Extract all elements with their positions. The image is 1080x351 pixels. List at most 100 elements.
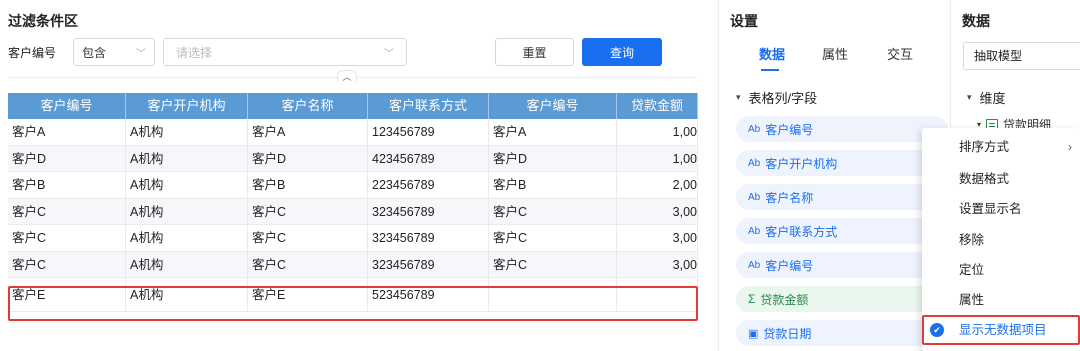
menu-item-data-format[interactable]: 数据格式: [922, 164, 1080, 194]
field-label: 客户编号: [765, 122, 814, 137]
field-chip[interactable]: Ab 客户编号: [736, 116, 948, 142]
field-chip[interactable]: Ab 客户名称: [736, 184, 948, 210]
table-cell: 客户A: [8, 119, 126, 145]
table-cell: A机构: [126, 172, 248, 198]
text-field-icon: Ab: [748, 123, 761, 135]
table-cell: 客户E: [248, 278, 368, 311]
table-cell: 客户A: [248, 119, 368, 145]
table-row: 客户D A机构 客户D 423456789 客户D 1,00: [8, 145, 698, 172]
tab-interaction[interactable]: 交互: [887, 44, 913, 63]
tab-data[interactable]: 数据: [759, 44, 785, 63]
column-header[interactable]: 客户编号: [489, 93, 617, 119]
table-cell: 423456789: [368, 145, 489, 171]
text-field-icon: Ab: [748, 225, 761, 237]
table-cell: 客户C: [489, 198, 617, 224]
table-cell: A机构: [126, 225, 248, 251]
table-cell: 客户B: [8, 172, 126, 198]
table-cell: 3,00: [617, 251, 698, 277]
reset-button[interactable]: 重置: [495, 38, 574, 66]
field-label: 客户开户机构: [765, 156, 838, 171]
filter-operator-select[interactable]: 包含 ﹀: [73, 38, 155, 66]
table-cell: A机构: [126, 198, 248, 224]
chevron-down-icon: ﹀: [384, 48, 394, 60]
table-cell: A机构: [126, 145, 248, 171]
table-cell: [489, 278, 617, 311]
table-cell: 223456789: [368, 172, 489, 198]
sum-icon: Σ: [748, 292, 756, 306]
table-cell: 3,00: [617, 225, 698, 251]
field-label: 客户名称: [765, 190, 814, 205]
table-cell: 客户C: [8, 225, 126, 251]
chevron-down-icon: ▾: [736, 92, 741, 102]
table-cell: 1,00: [617, 145, 698, 171]
section-title: 表格列/字段: [748, 91, 818, 106]
column-header[interactable]: 客户联系方式: [368, 93, 489, 119]
table-cell: 客户C: [489, 251, 617, 277]
table-cell: 客户C: [8, 198, 126, 224]
menu-item-remove[interactable]: 移除: [922, 225, 1080, 255]
table-header: 客户编号 客户开户机构 客户名称 客户联系方式 客户编号 贷款金额: [8, 93, 698, 119]
table-cell: 客户C: [489, 225, 617, 251]
chevron-down-icon: ▾: [967, 92, 972, 102]
field-label: 贷款日期: [763, 326, 812, 341]
date-icon: ▣: [748, 327, 759, 340]
column-header[interactable]: 贷款金额: [617, 93, 698, 119]
table-cell: 客户E: [8, 278, 126, 311]
table-row: 客户B A机构 客户B 223456789 客户B 2,00: [8, 172, 698, 199]
field-chip[interactable]: Ab 客户联系方式: [736, 218, 948, 244]
column-header[interactable]: 客户编号: [8, 93, 126, 119]
dimension-section[interactable]: ▾ 维度: [967, 88, 1006, 107]
table-cell: 客户B: [248, 172, 368, 198]
table-row-no-data: 客户E A机构 客户E 523456789: [8, 278, 698, 312]
filter-value-select[interactable]: 请选择 ﹀: [163, 38, 407, 66]
column-header[interactable]: 客户名称: [248, 93, 368, 119]
table-fields-section[interactable]: ▾ 表格列/字段: [736, 88, 817, 107]
filter-value-placeholder: 请选择: [176, 45, 213, 60]
table-cell: 1,00: [617, 119, 698, 145]
field-chip[interactable]: Ab 客户开户机构: [736, 150, 948, 176]
menu-item-label: 排序方式: [959, 140, 1010, 154]
query-button[interactable]: 查询: [582, 38, 662, 66]
field-label: 贷款金额: [760, 292, 809, 307]
context-menu: 排序方式 › 数据格式 设置显示名 移除 定位 属性 ✔ 显示无数据项目: [922, 128, 1080, 351]
table-cell: 3,00: [617, 198, 698, 224]
table-cell: 客户A: [489, 119, 617, 145]
table-cell: [617, 278, 698, 311]
field-chip-measure[interactable]: Σ 贷款金额: [736, 286, 948, 312]
table-cell: 523456789: [368, 278, 489, 311]
table-cell: 客户C: [248, 251, 368, 277]
text-field-icon: Ab: [748, 259, 761, 271]
report-preview-area: 过滤条件区 客户编号 包含 ﹀ 请选择 ﹀ 重置 查询 ︿ 客户编号 客户开户机…: [0, 0, 706, 351]
table-cell: 客户C: [8, 251, 126, 277]
table-cell: 客户C: [248, 198, 368, 224]
table-row: 客户C A机构 客户C 323456789 客户C 3,00: [8, 198, 698, 225]
filter-row: 客户编号 包含 ﹀ 请选择 ﹀: [8, 38, 407, 66]
settings-panel: 设置 数据 属性 交互 ▾ 表格列/字段 Ab 客户编号 Ab 客户开户机构 A…: [718, 0, 950, 351]
menu-item-locate[interactable]: 定位: [922, 255, 1080, 285]
filter-area-title: 过滤条件区: [8, 13, 78, 29]
data-table: 客户编号 客户开户机构 客户名称 客户联系方式 客户编号 贷款金额 客户A A机…: [8, 93, 698, 321]
chevron-up-icon[interactable]: ︿: [337, 70, 357, 82]
table-cell: 客户D: [489, 145, 617, 171]
tab-properties[interactable]: 属性: [822, 44, 848, 63]
table-cell: 323456789: [368, 251, 489, 277]
settings-tabs: 数据 属性 交互: [719, 44, 951, 72]
table-row: 客户C A机构 客户C 323456789 客户C 3,00: [8, 251, 698, 278]
menu-item-properties[interactable]: 属性: [922, 285, 1080, 315]
field-chip-date[interactable]: ▣ 贷款日期: [736, 320, 948, 346]
chevron-down-icon: ﹀: [136, 48, 146, 60]
menu-item-sort[interactable]: 排序方式 ›: [922, 132, 1080, 162]
settings-title: 设置: [730, 13, 758, 29]
menu-item-display-name[interactable]: 设置显示名: [922, 194, 1080, 224]
model-select[interactable]: 抽取模型: [963, 42, 1080, 70]
menu-item-show-no-data[interactable]: ✔ 显示无数据项目: [922, 315, 1080, 345]
table-cell: 323456789: [368, 225, 489, 251]
chevron-right-icon: ›: [1068, 140, 1072, 154]
column-header[interactable]: 客户开户机构: [126, 93, 248, 119]
table-cell: 客户D: [248, 145, 368, 171]
table-cell: 客户D: [8, 145, 126, 171]
field-chip[interactable]: Ab 客户编号: [736, 252, 948, 278]
table-cell: A机构: [126, 278, 248, 311]
field-label: 客户编号: [765, 258, 814, 273]
table-row: 客户C A机构 客户C 323456789 客户C 3,00: [8, 225, 698, 252]
